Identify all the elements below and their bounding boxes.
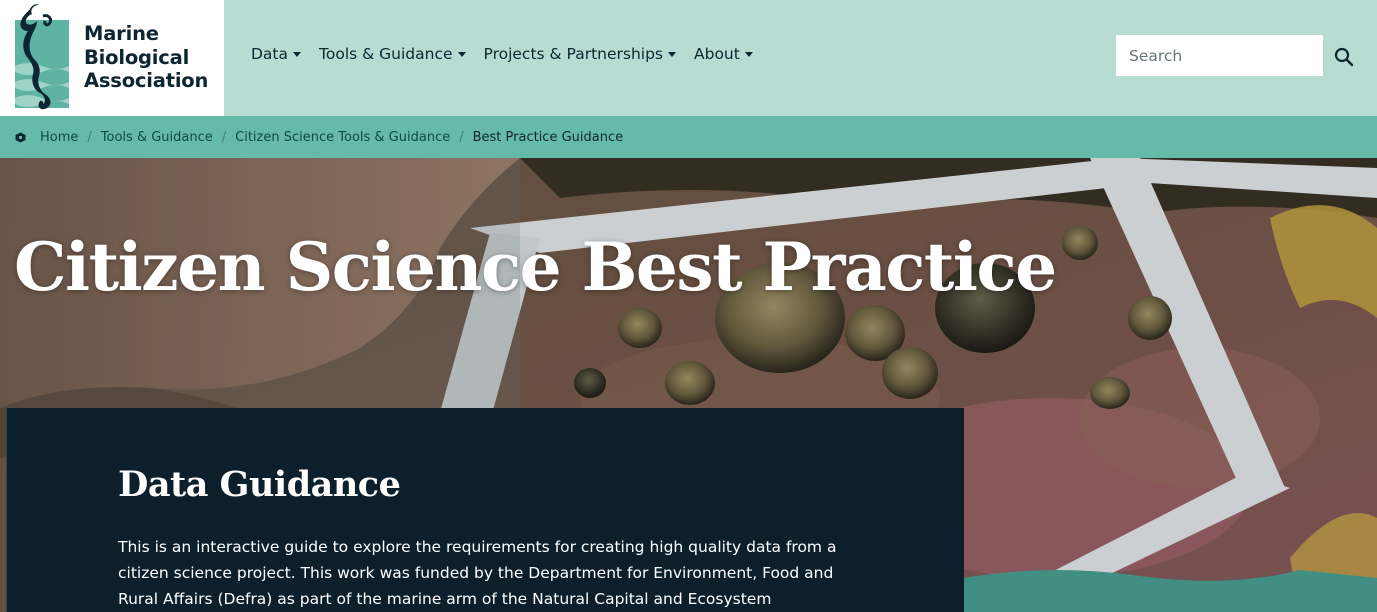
nav-item-label: Tools & Guidance bbox=[319, 45, 453, 63]
logo-line-2: Biological bbox=[84, 45, 190, 69]
breadcrumb-current: Best Practice Guidance bbox=[472, 129, 624, 145]
breadcrumb-separator: / bbox=[221, 129, 227, 145]
nav-item-label: Projects & Partnerships bbox=[483, 45, 664, 63]
nav-item-projects-partnerships[interactable]: Projects & Partnerships bbox=[483, 45, 676, 63]
caret-down-icon bbox=[668, 52, 676, 57]
site-logo[interactable]: Marine Biological Association bbox=[0, 0, 224, 116]
logo-wordmark: Marine Biological Association bbox=[84, 22, 208, 93]
caret-down-icon bbox=[457, 52, 466, 57]
main-nav: Data Tools & Guidance Projects & Partner… bbox=[251, 45, 753, 63]
site-header: Marine Biological Association Data Tools… bbox=[0, 0, 1377, 116]
home-icon[interactable] bbox=[15, 132, 26, 143]
seahorse-logo-icon bbox=[15, 4, 69, 110]
breadcrumb-separator: / bbox=[87, 129, 92, 145]
breadcrumb-link-citizen-science-tools[interactable]: Citizen Science Tools & Guidance bbox=[235, 130, 450, 145]
caret-down-icon bbox=[744, 52, 753, 57]
breadcrumb-separator: / bbox=[459, 129, 464, 145]
logo-line-1: Marine bbox=[84, 22, 159, 45]
nav-item-about[interactable]: About bbox=[694, 45, 753, 63]
nav-item-label: Data bbox=[251, 45, 289, 63]
nav-item-data[interactable]: Data bbox=[251, 45, 302, 63]
caret-down-icon bbox=[293, 52, 302, 57]
search-button[interactable] bbox=[1328, 41, 1360, 73]
breadcrumb: Home / Tools & Guidance / Citizen Scienc… bbox=[0, 116, 1377, 158]
section-title: Data Guidance bbox=[118, 464, 401, 505]
search-input[interactable] bbox=[1116, 35, 1323, 76]
page-title: Citizen Science Best Practice bbox=[14, 228, 1057, 306]
section-body: This is an interactive guide to explore … bbox=[118, 538, 837, 608]
nav-item-label: About bbox=[694, 45, 740, 63]
content-panel: Data Guidance This is an interactive gui… bbox=[6, 408, 964, 612]
magnifier-icon bbox=[1334, 47, 1354, 67]
breadcrumb-link-tools-guidance[interactable]: Tools & Guidance bbox=[101, 130, 213, 145]
nav-item-tools-guidance[interactable]: Tools & Guidance bbox=[319, 45, 466, 63]
breadcrumb-link-home[interactable]: Home bbox=[40, 130, 78, 145]
logo-line-3: Association bbox=[84, 69, 209, 92]
